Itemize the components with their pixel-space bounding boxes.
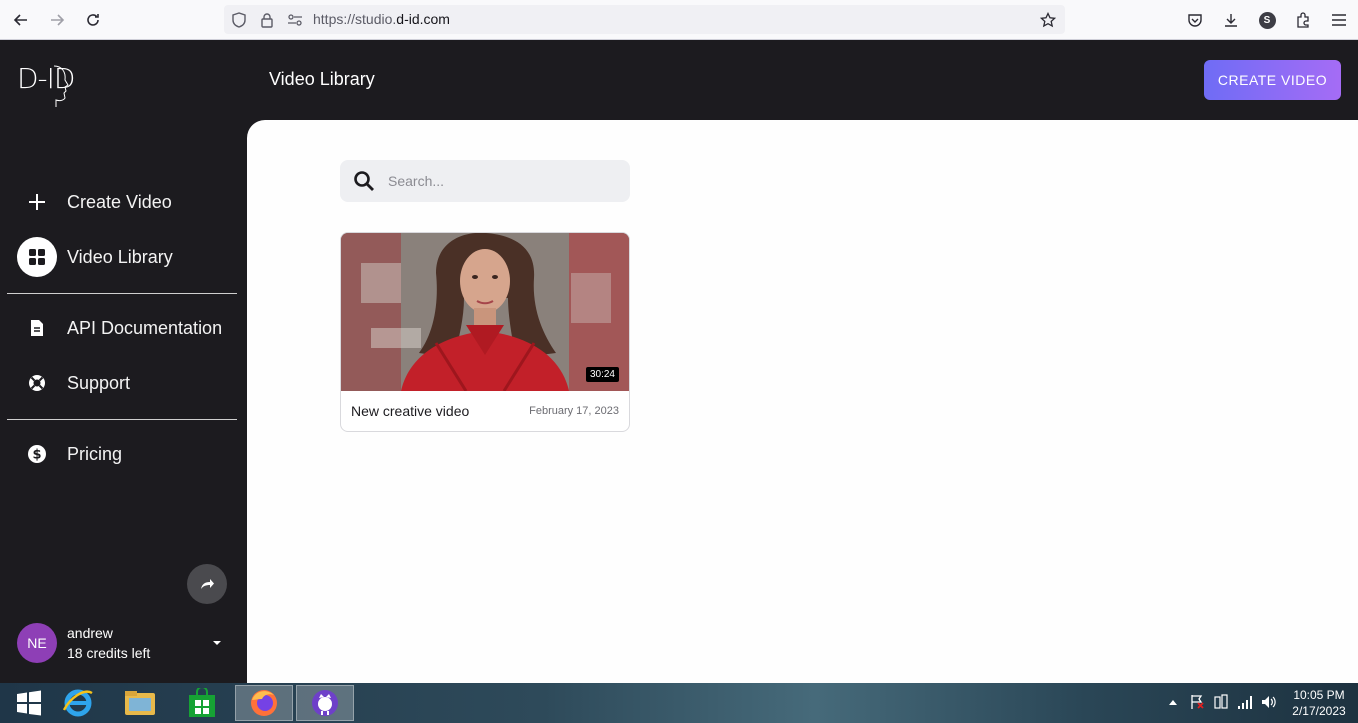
extensions-icon[interactable]	[1292, 9, 1314, 31]
clock-date: 2/17/2023	[1292, 704, 1346, 718]
sidebar-item-label: API Documentation	[67, 317, 223, 338]
downloads-icon[interactable]	[1220, 9, 1242, 31]
internet-explorer-taskbar-button[interactable]	[49, 685, 107, 721]
video-thumbnail[interactable]: 30:24	[341, 233, 629, 391]
sidebar-item-label: Create Video	[67, 191, 172, 212]
back-icon[interactable]	[9, 8, 33, 32]
url-text: https://studio.d-id.com	[313, 11, 450, 27]
create-video-button[interactable]: CREATE VIDEO	[1204, 60, 1341, 100]
search-box[interactable]	[340, 160, 630, 202]
search-icon	[354, 171, 374, 191]
firefox-icon	[251, 690, 277, 716]
user-credits: 18 credits left	[67, 645, 151, 661]
sidebar-item-pricing[interactable]: $ Pricing	[17, 434, 237, 474]
browser-toolbar: https://studio.d-id.com S	[0, 0, 1358, 40]
bookmark-star-icon[interactable]	[1039, 11, 1057, 29]
address-bar[interactable]: https://studio.d-id.com	[224, 5, 1065, 34]
menu-icon[interactable]	[1328, 9, 1350, 31]
account-icon[interactable]: S	[1256, 9, 1278, 31]
page-title: Video Library	[269, 69, 375, 89]
taskbar: 10:05 PM 2/17/2023	[0, 683, 1358, 723]
action-center-flag-icon[interactable]	[1188, 693, 1206, 711]
forward-icon[interactable]	[45, 8, 69, 32]
file-explorer-taskbar-button[interactable]	[111, 685, 169, 721]
logo-face-icon	[53, 65, 69, 107]
sidebar-item-support[interactable]: Support	[17, 363, 237, 403]
internet-explorer-icon	[63, 689, 93, 717]
sidebar-item-label: Pricing	[67, 443, 123, 464]
plus-icon	[17, 182, 57, 222]
signal-icon[interactable]	[1236, 693, 1254, 711]
volume-icon[interactable]	[1260, 693, 1278, 711]
video-duration: 30:24	[585, 367, 619, 382]
permissions-icon[interactable]	[286, 11, 304, 29]
store-taskbar-button[interactable]	[173, 685, 231, 721]
dollar-icon: $	[17, 434, 57, 474]
clock-time: 10:05 PM	[1293, 688, 1345, 702]
avatar[interactable]: NE	[17, 623, 57, 663]
lifebuoy-icon	[17, 363, 57, 403]
sidebar-item-create-video[interactable]: Create Video	[17, 182, 237, 222]
search-input[interactable]	[388, 170, 618, 192]
pocket-icon[interactable]	[1184, 9, 1206, 31]
sidebar-item-label: Support	[67, 372, 131, 393]
system-clock[interactable]: 10:05 PM 2/17/2023	[1284, 687, 1354, 719]
firefox-taskbar-button[interactable]	[235, 685, 293, 721]
windows-logo-icon	[17, 690, 41, 716]
sidebar-divider	[7, 293, 237, 294]
network-device-icon[interactable]	[1212, 693, 1230, 711]
grid-icon	[17, 237, 57, 277]
chevron-down-icon[interactable]	[211, 638, 223, 648]
sidebar-item-label: Video Library	[67, 246, 173, 267]
profile-letter: S	[1258, 11, 1276, 29]
sidebar-divider	[7, 419, 237, 420]
app-container: D-ID Video Library CREATE VIDEO Create V…	[0, 40, 1358, 683]
shield-icon[interactable]	[230, 11, 248, 29]
video-date: February 17, 2023	[529, 405, 619, 417]
folder-icon	[125, 691, 155, 715]
main-content: 30:24 New creative video February 17, 20…	[247, 120, 1358, 683]
github-icon	[312, 690, 338, 716]
url-host: d-id.com	[396, 11, 450, 27]
sidebar-item-api-documentation[interactable]: API Documentation	[17, 308, 237, 348]
sidebar-item-video-library[interactable]: Video Library	[17, 237, 237, 277]
reload-icon[interactable]	[81, 8, 105, 32]
video-card[interactable]: 30:24 New creative video February 17, 20…	[340, 232, 630, 432]
video-title: New creative video	[351, 403, 470, 419]
user-name: andrew	[67, 625, 113, 641]
collapse-sidebar-button[interactable]	[187, 564, 227, 604]
lock-icon[interactable]	[258, 11, 276, 29]
url-prefix: https://studio.	[313, 11, 397, 27]
store-icon	[189, 688, 215, 717]
share-arrow-icon	[201, 579, 214, 589]
svg-text:$: $	[32, 448, 41, 463]
github-taskbar-button[interactable]	[296, 685, 354, 721]
document-icon	[17, 308, 57, 348]
show-hidden-icons-icon[interactable]	[1164, 693, 1182, 711]
